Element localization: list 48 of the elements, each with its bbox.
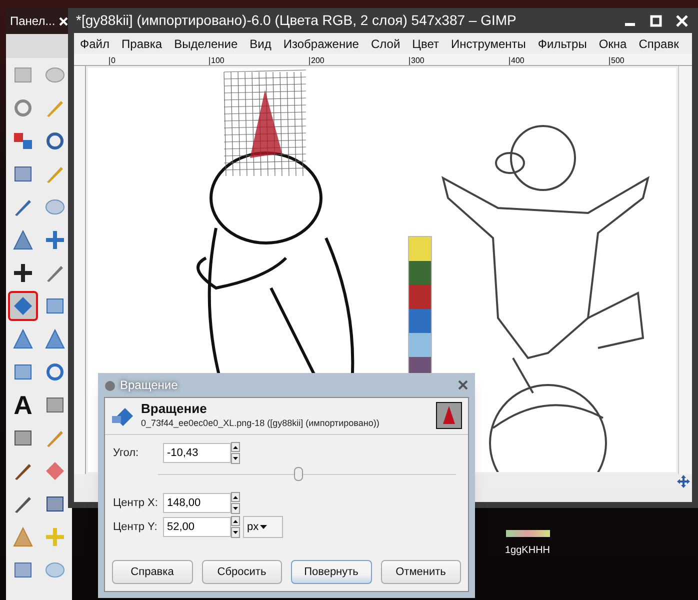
spin-buttons[interactable]	[231, 492, 240, 514]
menu-item[interactable]: Инструменты	[451, 34, 526, 52]
ruler-label: 500	[609, 57, 692, 65]
desktop-icon-label[interactable]: 1ggKHHH	[505, 543, 550, 558]
spin-buttons[interactable]	[231, 442, 240, 464]
menu-item[interactable]: Изображение	[283, 34, 359, 52]
number-field[interactable]: 148,00	[163, 492, 231, 513]
field-label: Угол:	[113, 446, 140, 460]
menu-item[interactable]: Вид	[250, 34, 272, 52]
dialog-heading: Вращение	[141, 401, 208, 418]
navigate-icon[interactable]	[677, 474, 690, 488]
menu-item[interactable]: Справк	[638, 34, 679, 52]
ruler-label: 300	[409, 57, 509, 65]
field-label: Центр Y:	[113, 520, 158, 534]
cone-shape-icon	[442, 406, 456, 426]
spin-buttons[interactable]	[231, 516, 240, 538]
dialog-subtitle: 0_73f44_ee0ec0e0_XL.png-18 ([gy88kii] (импортировано))	[141, 417, 380, 430]
ruler-label: 100	[209, 57, 309, 65]
caret-icon	[260, 524, 267, 529]
menu-item[interactable]: Слой	[370, 34, 400, 52]
ruler-label: 400	[509, 57, 609, 65]
maximize-icon[interactable]	[650, 14, 662, 26]
field-label: Центр X:	[113, 496, 159, 510]
menu-item[interactable]: Выделение	[174, 34, 238, 52]
panel-title: Панел...	[10, 13, 56, 30]
menu-item[interactable]: Файл	[80, 34, 110, 52]
dialog-button[interactable]: Справка	[112, 560, 192, 584]
dialog-button[interactable]: Повернуть	[291, 560, 372, 584]
unit-dropdown[interactable]: px	[243, 516, 283, 538]
angle-slider[interactable]	[158, 466, 456, 483]
ruler-label: 200	[309, 57, 409, 65]
number-field[interactable]: 52,00	[163, 516, 231, 537]
menu-item[interactable]: Фильтры	[538, 34, 587, 52]
menu-item[interactable]: Правка	[122, 34, 162, 52]
menu-item[interactable]: Цвет	[412, 34, 440, 52]
tool-button[interactable]: A	[8, 390, 38, 420]
ruler-label: 0	[109, 57, 209, 65]
unit-value: px	[247, 520, 259, 534]
dialog-title: Вращение	[120, 377, 178, 394]
menu-item[interactable]: Окна	[598, 34, 627, 52]
vertical-scrollbar[interactable]	[678, 66, 692, 474]
tool-glyph: A	[14, 392, 32, 418]
dialog-button[interactable]: Сбросить	[202, 560, 282, 584]
number-field[interactable]: -10,43	[163, 442, 231, 463]
file-thumbnail[interactable]	[506, 530, 550, 537]
window-title: *[gy88kii] (импортировано)-6.0 (Цвета RGB, 2 слоя) 547x387 – GIMP	[75, 11, 516, 30]
dialog-button[interactable]: Отменить	[380, 560, 461, 584]
slider-thumb[interactable]	[294, 466, 304, 481]
